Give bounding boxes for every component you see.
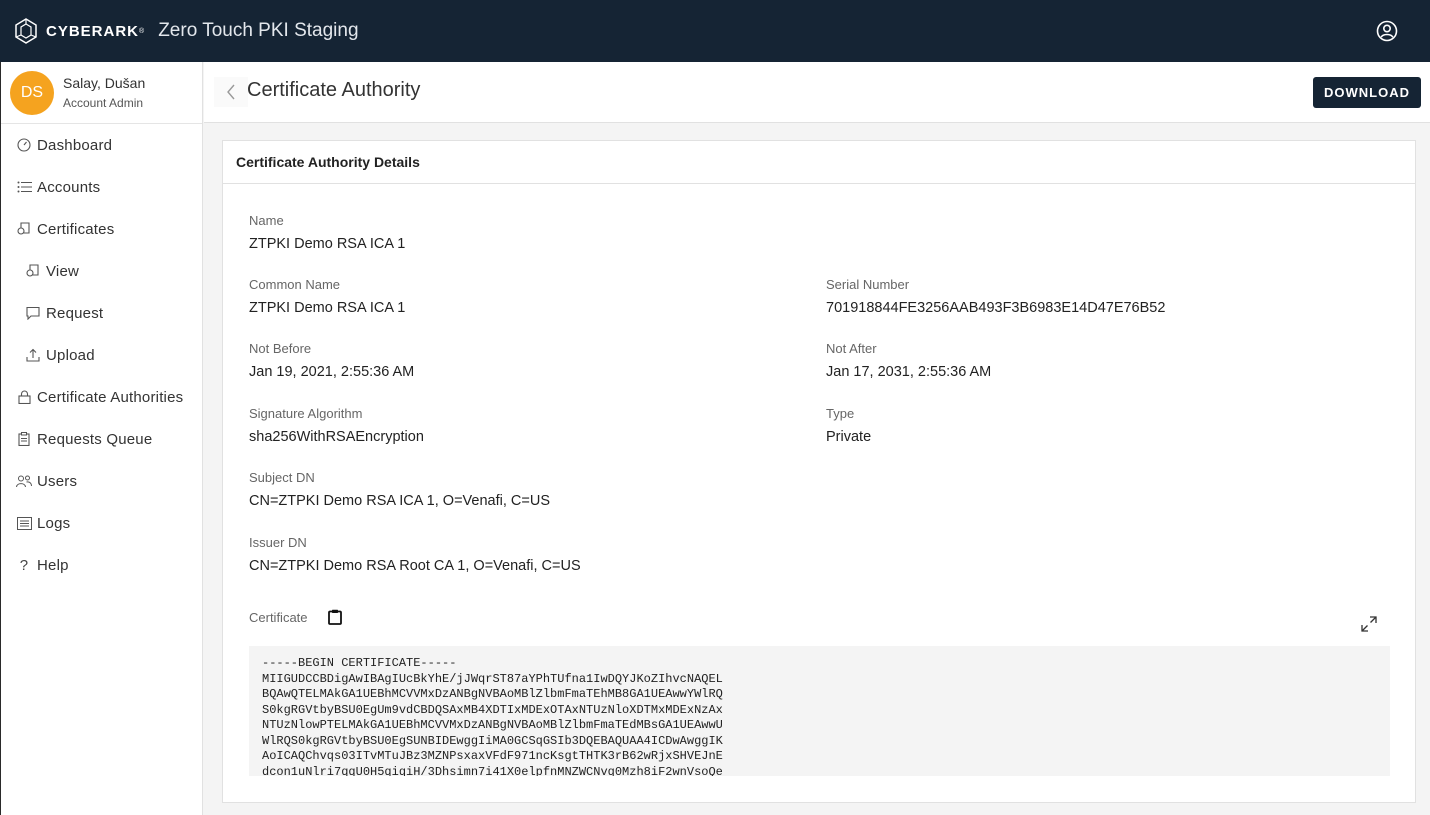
sidebar-item-label: View — [46, 262, 80, 280]
field-name: Name ZTPKI Demo RSA ICA 1 — [249, 213, 405, 252]
chevron-left-icon — [227, 84, 235, 100]
users-icon — [16, 473, 32, 489]
message-icon — [25, 305, 41, 321]
sidebar-item-help[interactable]: ? Help — [1, 544, 202, 586]
download-button[interactable]: DOWNLOAD — [1313, 77, 1421, 108]
sidebar: DS Salay, Dušan Account Admin Dashboard … — [0, 62, 203, 815]
sidebar-item-request[interactable]: Request — [1, 292, 202, 334]
field-label: Signature Algorithm — [249, 406, 363, 421]
card-title: Certificate Authority Details — [223, 141, 1415, 184]
clipboard-icon[interactable] — [327, 609, 342, 625]
avatar: DS — [10, 70, 54, 115]
sidebar-item-view[interactable]: View — [1, 250, 202, 292]
field-value: CN=ZTPKI Demo RSA Root CA 1, O=Venafi, C… — [249, 558, 581, 574]
cyberark-logo-icon — [15, 18, 37, 44]
field-value: ZTPKI Demo RSA ICA 1 — [249, 236, 406, 252]
field-type: Type Private — [826, 406, 871, 445]
field-not-after: Not After Jan 17, 2031, 2:55:36 AM — [826, 341, 991, 380]
field-value: CN=ZTPKI Demo RSA ICA 1, O=Venafi, C=US — [249, 493, 550, 509]
field-label: Not After — [826, 341, 877, 356]
top-bar: CYBERARK ® Zero Touch PKI Staging — [0, 0, 1430, 62]
certificate-icon — [16, 221, 32, 237]
certificate-label-row: Certificate — [249, 609, 342, 625]
sidebar-item-upload[interactable]: Upload — [1, 334, 202, 376]
user-profile[interactable]: DS Salay, Dušan Account Admin — [1, 62, 202, 124]
field-value: Jan 17, 2031, 2:55:36 AM — [826, 364, 992, 380]
field-subject-dn: Subject DN CN=ZTPKI Demo RSA ICA 1, O=Ve… — [249, 470, 550, 509]
sidebar-item-label: Certificates — [37, 220, 115, 238]
profile-text: Salay, Dušan Account Admin — [63, 75, 145, 110]
field-label: Name — [249, 213, 284, 228]
sidebar-item-label: Requests Queue — [37, 430, 153, 448]
field-label: Issuer DN — [249, 535, 307, 550]
page-title: Certificate Authority — [247, 79, 421, 101]
sidebar-item-logs[interactable]: Logs — [1, 502, 202, 544]
field-signature-algorithm: Signature Algorithm sha256WithRSAEncrypt… — [249, 406, 424, 445]
field-label: Type — [826, 406, 855, 421]
dashboard-icon — [16, 137, 32, 153]
sidebar-item-label: Certificate Authorities — [37, 388, 184, 406]
app-title: Zero Touch PKI Staging — [158, 20, 359, 41]
sidebar-item-label: Upload — [46, 346, 95, 364]
cyberark-logo[interactable]: CYBERARK ® — [14, 18, 144, 44]
user-circle-icon[interactable] — [1376, 20, 1398, 42]
brand-trademark: ® — [139, 27, 145, 35]
profile-name: Salay, Dušan — [63, 75, 146, 91]
expand-icon[interactable] — [1360, 615, 1378, 633]
field-not-before: Not Before Jan 19, 2021, 2:55:36 AM — [249, 341, 414, 380]
sidebar-item-accounts[interactable]: Accounts — [1, 166, 202, 208]
ca-details-card: Certificate Authority Details Name ZTPKI… — [222, 140, 1416, 803]
sidebar-item-label: Users — [37, 472, 78, 490]
field-value: ZTPKI Demo RSA ICA 1 — [249, 300, 406, 316]
certificate-text-area[interactable]: -----BEGIN CERTIFICATE----- MIIGUDCCBDig… — [249, 646, 1390, 776]
page-header: Certificate Authority DOWNLOAD — [204, 62, 1430, 123]
lock-icon — [16, 389, 32, 405]
certificate-label: Certificate — [249, 609, 308, 625]
sidebar-item-label: Help — [37, 556, 69, 574]
field-value: 701918844FE3256AAB493F3B6983E14D47E76B52 — [826, 300, 1166, 316]
field-serial-number: Serial Number 701918844FE3256AAB493F3B69… — [826, 277, 1165, 316]
sidebar-item-certificate-authorities[interactable]: Certificate Authorities — [1, 376, 202, 418]
field-value: Jan 19, 2021, 2:55:36 AM — [249, 364, 415, 380]
logs-icon — [16, 515, 32, 531]
field-label: Serial Number — [826, 277, 910, 292]
sidebar-item-label: Request — [46, 304, 104, 322]
sidebar-item-certificates[interactable]: Certificates — [1, 208, 202, 250]
brand-name: CYBERARK — [46, 22, 140, 40]
field-common-name: Common Name ZTPKI Demo RSA ICA 1 — [249, 277, 405, 316]
field-label: Not Before — [249, 341, 312, 356]
field-value: sha256WithRSAEncryption — [249, 429, 424, 445]
sidebar-item-dashboard[interactable]: Dashboard — [1, 124, 202, 166]
field-label: Subject DN — [249, 470, 315, 485]
clipboard-list-icon — [16, 431, 32, 447]
sidebar-item-label: Logs — [37, 514, 71, 532]
field-value: Private — [826, 429, 872, 445]
sidebar-item-requests-queue[interactable]: Requests Queue — [1, 418, 202, 460]
certificate-view-icon — [25, 263, 41, 279]
certificate-pem: -----BEGIN CERTIFICATE----- MIIGUDCCBDig… — [262, 656, 723, 776]
upload-icon — [25, 347, 41, 363]
question-mark-icon: ? — [19, 556, 29, 574]
list-icon — [16, 179, 32, 195]
sidebar-item-users[interactable]: Users — [1, 460, 202, 502]
profile-role: Account Admin — [63, 96, 144, 110]
field-issuer-dn: Issuer DN CN=ZTPKI Demo RSA Root CA 1, O… — [249, 535, 581, 574]
field-label: Common Name — [249, 277, 341, 292]
sidebar-item-label: Accounts — [37, 178, 101, 196]
back-button[interactable] — [214, 77, 248, 107]
sidebar-item-label: Dashboard — [37, 136, 113, 154]
